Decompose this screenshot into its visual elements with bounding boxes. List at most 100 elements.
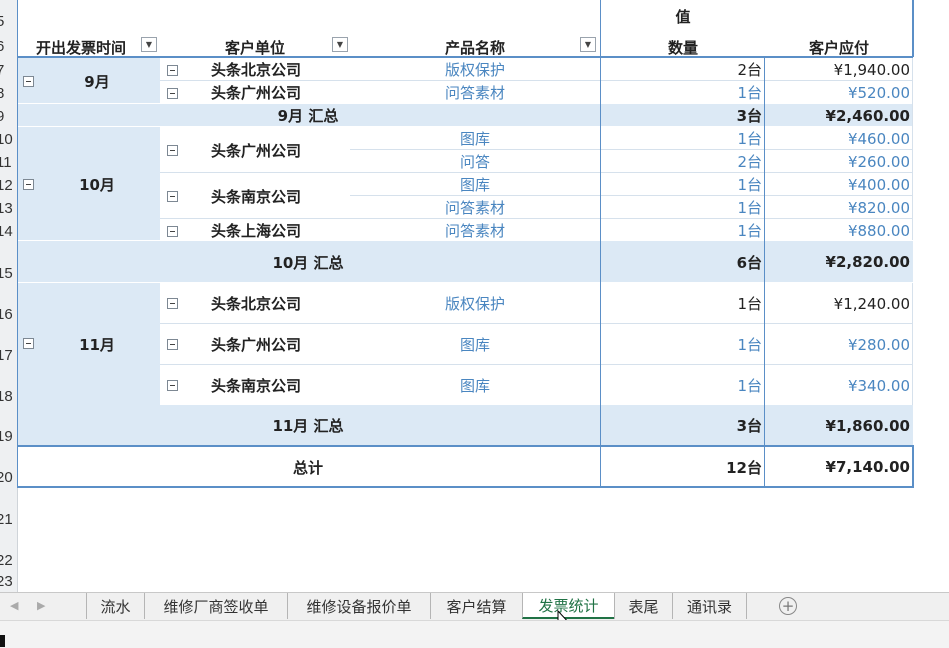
collapse-customer-button[interactable] <box>167 226 178 237</box>
product-name[interactable]: 图库 <box>350 365 600 406</box>
subtotal-quantity[interactable]: 6台 <box>601 241 765 283</box>
subtotal-label[interactable]: 10月 汇总 <box>160 241 456 283</box>
quantity-header[interactable]: 数量 <box>601 36 765 58</box>
quantity-value[interactable]: 1台 <box>601 127 765 150</box>
month-label[interactable]: 10月 <box>34 127 160 241</box>
row-number[interactable]: 16 <box>0 306 13 323</box>
scroll-tabs-left-icon[interactable]: ◀ <box>10 599 18 612</box>
sheet-tab[interactable]: 维修设备报价单 <box>287 593 430 619</box>
row-number[interactable]: 12 <box>0 177 13 194</box>
quantity-value[interactable]: 1台 <box>601 219 765 242</box>
customer-name[interactable]: 头条北京公司 <box>211 283 351 324</box>
amount-value[interactable]: ¥340.00 <box>765 365 913 406</box>
quantity-value[interactable]: 1台 <box>601 173 765 196</box>
customer-name[interactable]: 头条南京公司 <box>211 365 351 406</box>
quantity-value[interactable]: 1台 <box>601 365 765 406</box>
collapse-month-button[interactable] <box>23 179 34 190</box>
amount-value[interactable]: ¥460.00 <box>765 127 913 150</box>
subtotal-amount[interactable]: ¥1,860.00 <box>765 405 913 446</box>
subtotal-quantity[interactable]: 3台 <box>601 104 765 127</box>
add-sheet-icon[interactable]: + <box>779 597 797 615</box>
product-filter-button[interactable]: ▼ <box>580 37 596 52</box>
invoice-time-header[interactable]: 开出发票时间 <box>36 36 139 58</box>
amount-value[interactable]: ¥520.00 <box>765 81 913 104</box>
subtotal-quantity[interactable]: 3台 <box>601 405 765 446</box>
customer-header[interactable]: 客户单位 <box>160 36 350 58</box>
row-number[interactable]: 7 <box>0 62 10 79</box>
amount-value[interactable]: ¥880.00 <box>765 219 913 242</box>
customer-name[interactable]: 头条广州公司 <box>211 127 351 173</box>
row-number[interactable]: 15 <box>0 265 13 282</box>
amount-header[interactable]: 客户应付 <box>765 36 913 58</box>
row-number[interactable]: 14 <box>0 223 13 240</box>
amount-value[interactable]: ¥260.00 <box>765 150 913 173</box>
row-number[interactable]: 21 <box>0 511 13 528</box>
invoice-time-filter-button[interactable]: ▼ <box>141 37 157 52</box>
row-number[interactable]: 6 <box>0 38 10 55</box>
product-name[interactable]: 图库 <box>350 127 600 150</box>
collapse-customer-button[interactable] <box>167 380 178 391</box>
row-number[interactable]: 13 <box>0 200 13 217</box>
sheet-tab[interactable]: 客户结算 <box>430 593 522 619</box>
row-number[interactable]: 22 <box>0 552 13 569</box>
month-label[interactable]: 9月 <box>34 58 160 104</box>
grand-total-amount[interactable]: ¥7,140.00 <box>765 447 913 487</box>
row-number[interactable]: 19 <box>0 428 13 445</box>
quantity-value[interactable]: 1台 <box>601 324 765 365</box>
quantity-value[interactable]: 2台 <box>601 58 765 81</box>
collapse-customer-button[interactable] <box>167 65 178 76</box>
customer-name[interactable]: 头条北京公司 <box>211 58 351 81</box>
sheet-tab[interactable]: 维修厂商签收单 <box>144 593 287 619</box>
collapse-customer-button[interactable] <box>167 145 178 156</box>
product-name[interactable]: 版权保护 <box>350 283 600 324</box>
customer-name[interactable]: 头条上海公司 <box>211 219 351 242</box>
subtotal-label[interactable]: 11月 汇总 <box>160 405 456 446</box>
customer-name[interactable]: 头条广州公司 <box>211 81 351 104</box>
row-number[interactable]: 8 <box>0 85 10 102</box>
quantity-value[interactable]: 2台 <box>601 150 765 173</box>
row-number[interactable]: 10 <box>0 131 13 148</box>
product-name[interactable]: 问答素材 <box>350 81 600 104</box>
amount-value[interactable]: ¥400.00 <box>765 173 913 196</box>
customer-filter-button[interactable]: ▼ <box>332 37 348 52</box>
grand-total-label[interactable]: 总计 <box>160 447 456 487</box>
quantity-value[interactable]: 1台 <box>601 196 765 219</box>
row-number[interactable]: 17 <box>0 347 13 364</box>
sheet-tab[interactable]: 通讯录 <box>672 593 747 619</box>
amount-value[interactable]: ¥1,240.00 <box>765 283 913 324</box>
row-number[interactable]: 20 <box>0 469 13 486</box>
collapse-customer-button[interactable] <box>167 298 178 309</box>
sheet-tab[interactable]: 表尾 <box>614 593 672 619</box>
scroll-tabs-right-icon[interactable]: ▶ <box>37 599 45 612</box>
month-label[interactable]: 11月 <box>34 283 160 405</box>
collapse-month-button[interactable] <box>23 76 34 87</box>
product-header[interactable]: 产品名称 <box>350 36 600 58</box>
collapse-month-button[interactable] <box>23 338 34 349</box>
product-name[interactable]: 问答 <box>350 150 600 173</box>
amount-value[interactable]: ¥820.00 <box>765 196 913 219</box>
subtotal-amount[interactable]: ¥2,820.00 <box>765 241 913 283</box>
row-number[interactable]: 23 <box>0 573 13 590</box>
quantity-value[interactable]: 1台 <box>601 81 765 104</box>
row-number[interactable]: 9 <box>0 108 10 125</box>
product-name[interactable]: 版权保护 <box>350 58 600 81</box>
product-name[interactable]: 问答素材 <box>350 219 600 242</box>
grand-total-quantity[interactable]: 12台 <box>601 447 765 487</box>
sheet-tab[interactable]: 流水 <box>86 593 144 619</box>
product-name[interactable]: 图库 <box>350 173 600 196</box>
customer-name[interactable]: 头条南京公司 <box>211 173 351 219</box>
subtotal-label[interactable]: 9月 汇总 <box>160 104 456 127</box>
row-number[interactable]: 11 <box>0 154 12 171</box>
customer-name[interactable]: 头条广州公司 <box>211 324 351 365</box>
collapse-customer-button[interactable] <box>167 339 178 350</box>
collapse-customer-button[interactable] <box>167 191 178 202</box>
amount-value[interactable]: ¥1,940.00 <box>765 58 913 81</box>
row-number[interactable]: 5 <box>0 13 10 30</box>
subtotal-amount[interactable]: ¥2,460.00 <box>765 104 913 127</box>
row-number[interactable]: 18 <box>0 388 13 405</box>
quantity-value[interactable]: 1台 <box>601 283 765 324</box>
amount-value[interactable]: ¥280.00 <box>765 324 913 365</box>
product-name[interactable]: 问答素材 <box>350 196 600 219</box>
collapse-customer-button[interactable] <box>167 88 178 99</box>
product-name[interactable]: 图库 <box>350 324 600 365</box>
